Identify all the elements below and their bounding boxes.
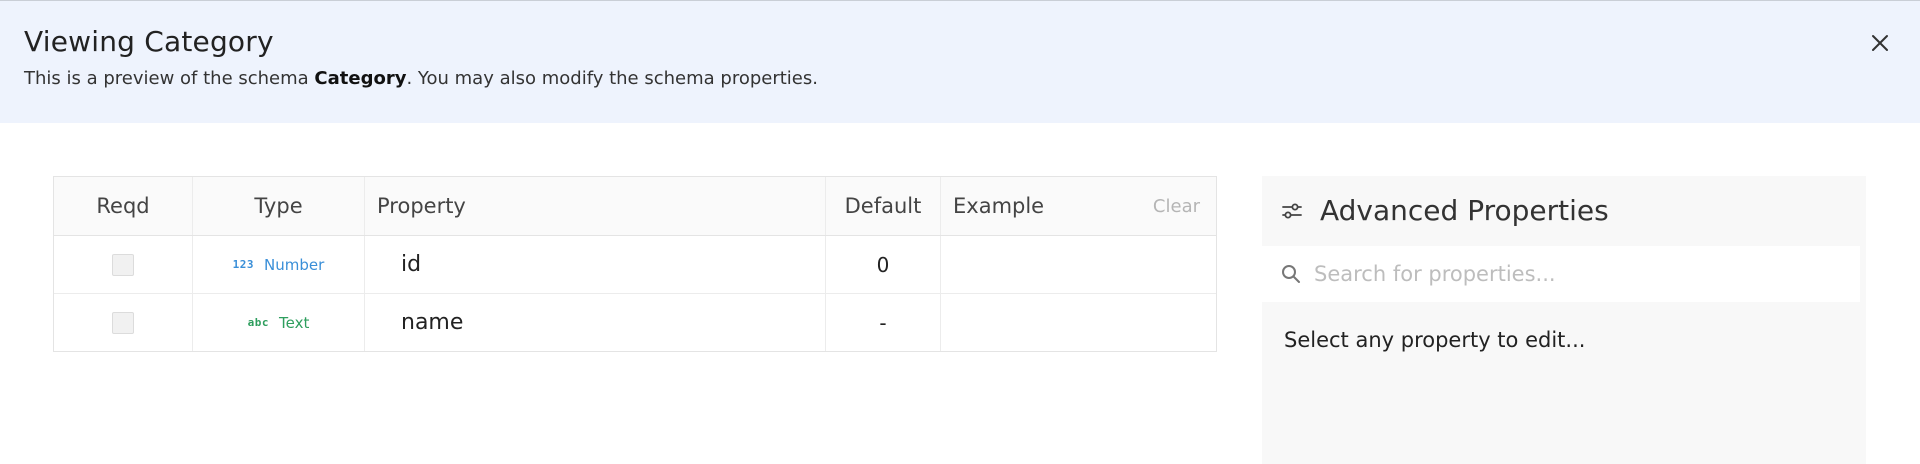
reqd-checkbox[interactable] xyxy=(112,311,134,334)
column-header-property: Property xyxy=(365,177,826,235)
example-cell[interactable] xyxy=(941,236,1216,293)
modal-title: Viewing Category xyxy=(24,25,274,58)
type-cell: 123 Number xyxy=(193,236,365,293)
column-header-example-label: Example xyxy=(953,194,1045,218)
subtitle-text-before: This is a preview of the schema xyxy=(24,68,315,89)
search-icon xyxy=(1282,265,1300,283)
default-value: - xyxy=(879,310,887,335)
type-selector[interactable]: 123 Number xyxy=(233,256,325,274)
type-selector[interactable]: abc Text xyxy=(248,314,310,332)
sliders-icon xyxy=(1282,203,1302,218)
advanced-properties-title: Advanced Properties xyxy=(1320,194,1609,227)
reqd-checkbox[interactable] xyxy=(112,253,134,276)
number-type-icon: 123 xyxy=(232,258,255,271)
property-name: id xyxy=(401,252,422,277)
subtitle-text-after: . You may also modify the schema propert… xyxy=(406,68,818,89)
modal-subtitle: This is a preview of the schema Category… xyxy=(24,68,818,89)
advanced-properties-header: Advanced Properties xyxy=(1280,194,1609,227)
column-header-default: Default xyxy=(826,177,941,235)
default-cell[interactable]: - xyxy=(826,294,941,351)
column-header-type: Type xyxy=(193,177,365,235)
advanced-properties-panel: Advanced Properties Select any property … xyxy=(1262,176,1866,464)
modal-header: Viewing Category This is a preview of th… xyxy=(0,0,1920,123)
table-row: 123 Number id 0 xyxy=(54,236,1216,294)
example-cell[interactable] xyxy=(941,294,1216,351)
select-property-hint: Select any property to edit... xyxy=(1284,328,1586,352)
type-label: Number xyxy=(264,255,325,274)
default-cell[interactable]: 0 xyxy=(826,236,941,293)
table-row: abc Text name - xyxy=(54,294,1216,351)
property-search-input[interactable] xyxy=(1312,261,1836,287)
table-header-row: Reqd Type Property Default Example Clear xyxy=(54,177,1216,236)
property-name: name xyxy=(401,310,464,335)
property-search-box xyxy=(1262,246,1860,302)
default-value: 0 xyxy=(876,252,890,277)
property-cell[interactable]: name xyxy=(365,294,826,351)
text-type-icon: abc xyxy=(247,316,270,329)
property-cell[interactable]: id xyxy=(365,236,826,293)
column-header-example: Example Clear xyxy=(941,177,1216,235)
close-button[interactable] xyxy=(1866,29,1894,57)
reqd-cell xyxy=(54,236,193,293)
reqd-cell xyxy=(54,294,193,351)
subtitle-schema-name: Category xyxy=(314,68,407,89)
clear-button[interactable]: Clear xyxy=(1153,196,1200,217)
type-cell: abc Text xyxy=(193,294,365,351)
schema-properties-table: Reqd Type Property Default Example Clear… xyxy=(53,176,1217,352)
column-header-reqd: Reqd xyxy=(54,177,193,235)
close-icon xyxy=(1872,35,1888,51)
type-label: Text xyxy=(279,313,310,332)
